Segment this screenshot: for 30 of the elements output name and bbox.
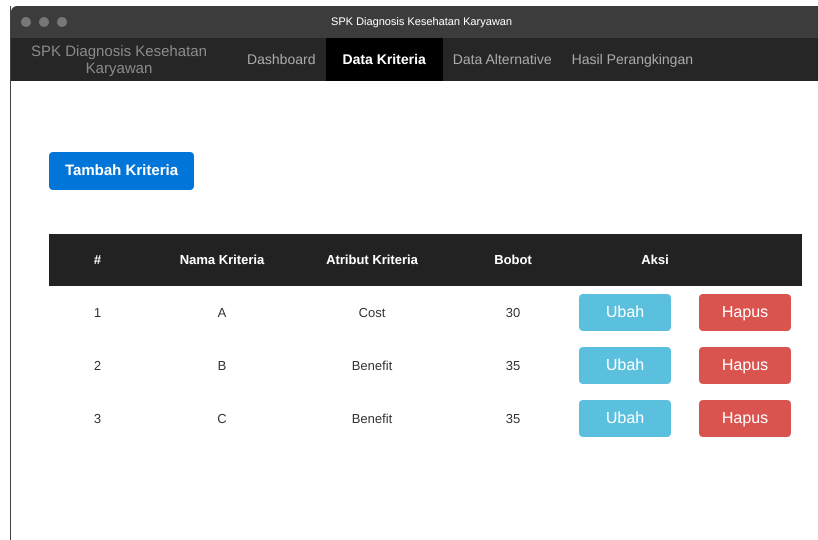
delete-button[interactable]: Hapus [699,400,791,437]
table-cell-text: Cost [358,304,386,322]
column-header: # [92,251,102,270]
column-header: Aksi [640,251,670,270]
table-cell-text: Benefit [350,356,394,375]
table-cell-text: B [216,356,228,375]
window-title: SPK Diagnosis Kesehatan Karyawan [331,14,512,30]
nav-tab[interactable]: Dashboard [239,38,324,81]
nav-tab[interactable]: Data Alternative [444,38,560,81]
nav-tab[interactable]: Hasil Perangkingan [564,38,702,81]
table-cell-text: 1 [92,304,102,322]
delete-button[interactable]: Hapus [699,294,791,331]
table-cell-text: 35 [504,410,522,428]
edit-button[interactable]: Ubah [579,294,671,331]
table-cell-text: 35 [504,356,522,375]
column-header: Bobot [493,251,533,270]
column-header: Nama Kriteria [178,251,266,270]
table-cell-text: 3 [92,410,102,428]
delete-button[interactable]: Hapus [699,347,791,384]
brand-title: SPK Diagnosis Kesehatan Karyawan [30,42,208,76]
edit-button[interactable]: Ubah [579,400,671,437]
column-header: Atribut Kriteria [325,251,419,270]
nav-tab[interactable]: Data Kriteria [326,38,443,81]
table-cell-text: Benefit [350,410,394,428]
table-cell-text: A [216,304,228,322]
edit-button[interactable]: Ubah [579,347,671,384]
add-criteria-button[interactable]: Tambah Kriteria [49,152,194,190]
table-cell-text: 2 [92,356,102,375]
table-cell-text: C [216,410,228,428]
table-cell-text: 30 [504,304,522,322]
